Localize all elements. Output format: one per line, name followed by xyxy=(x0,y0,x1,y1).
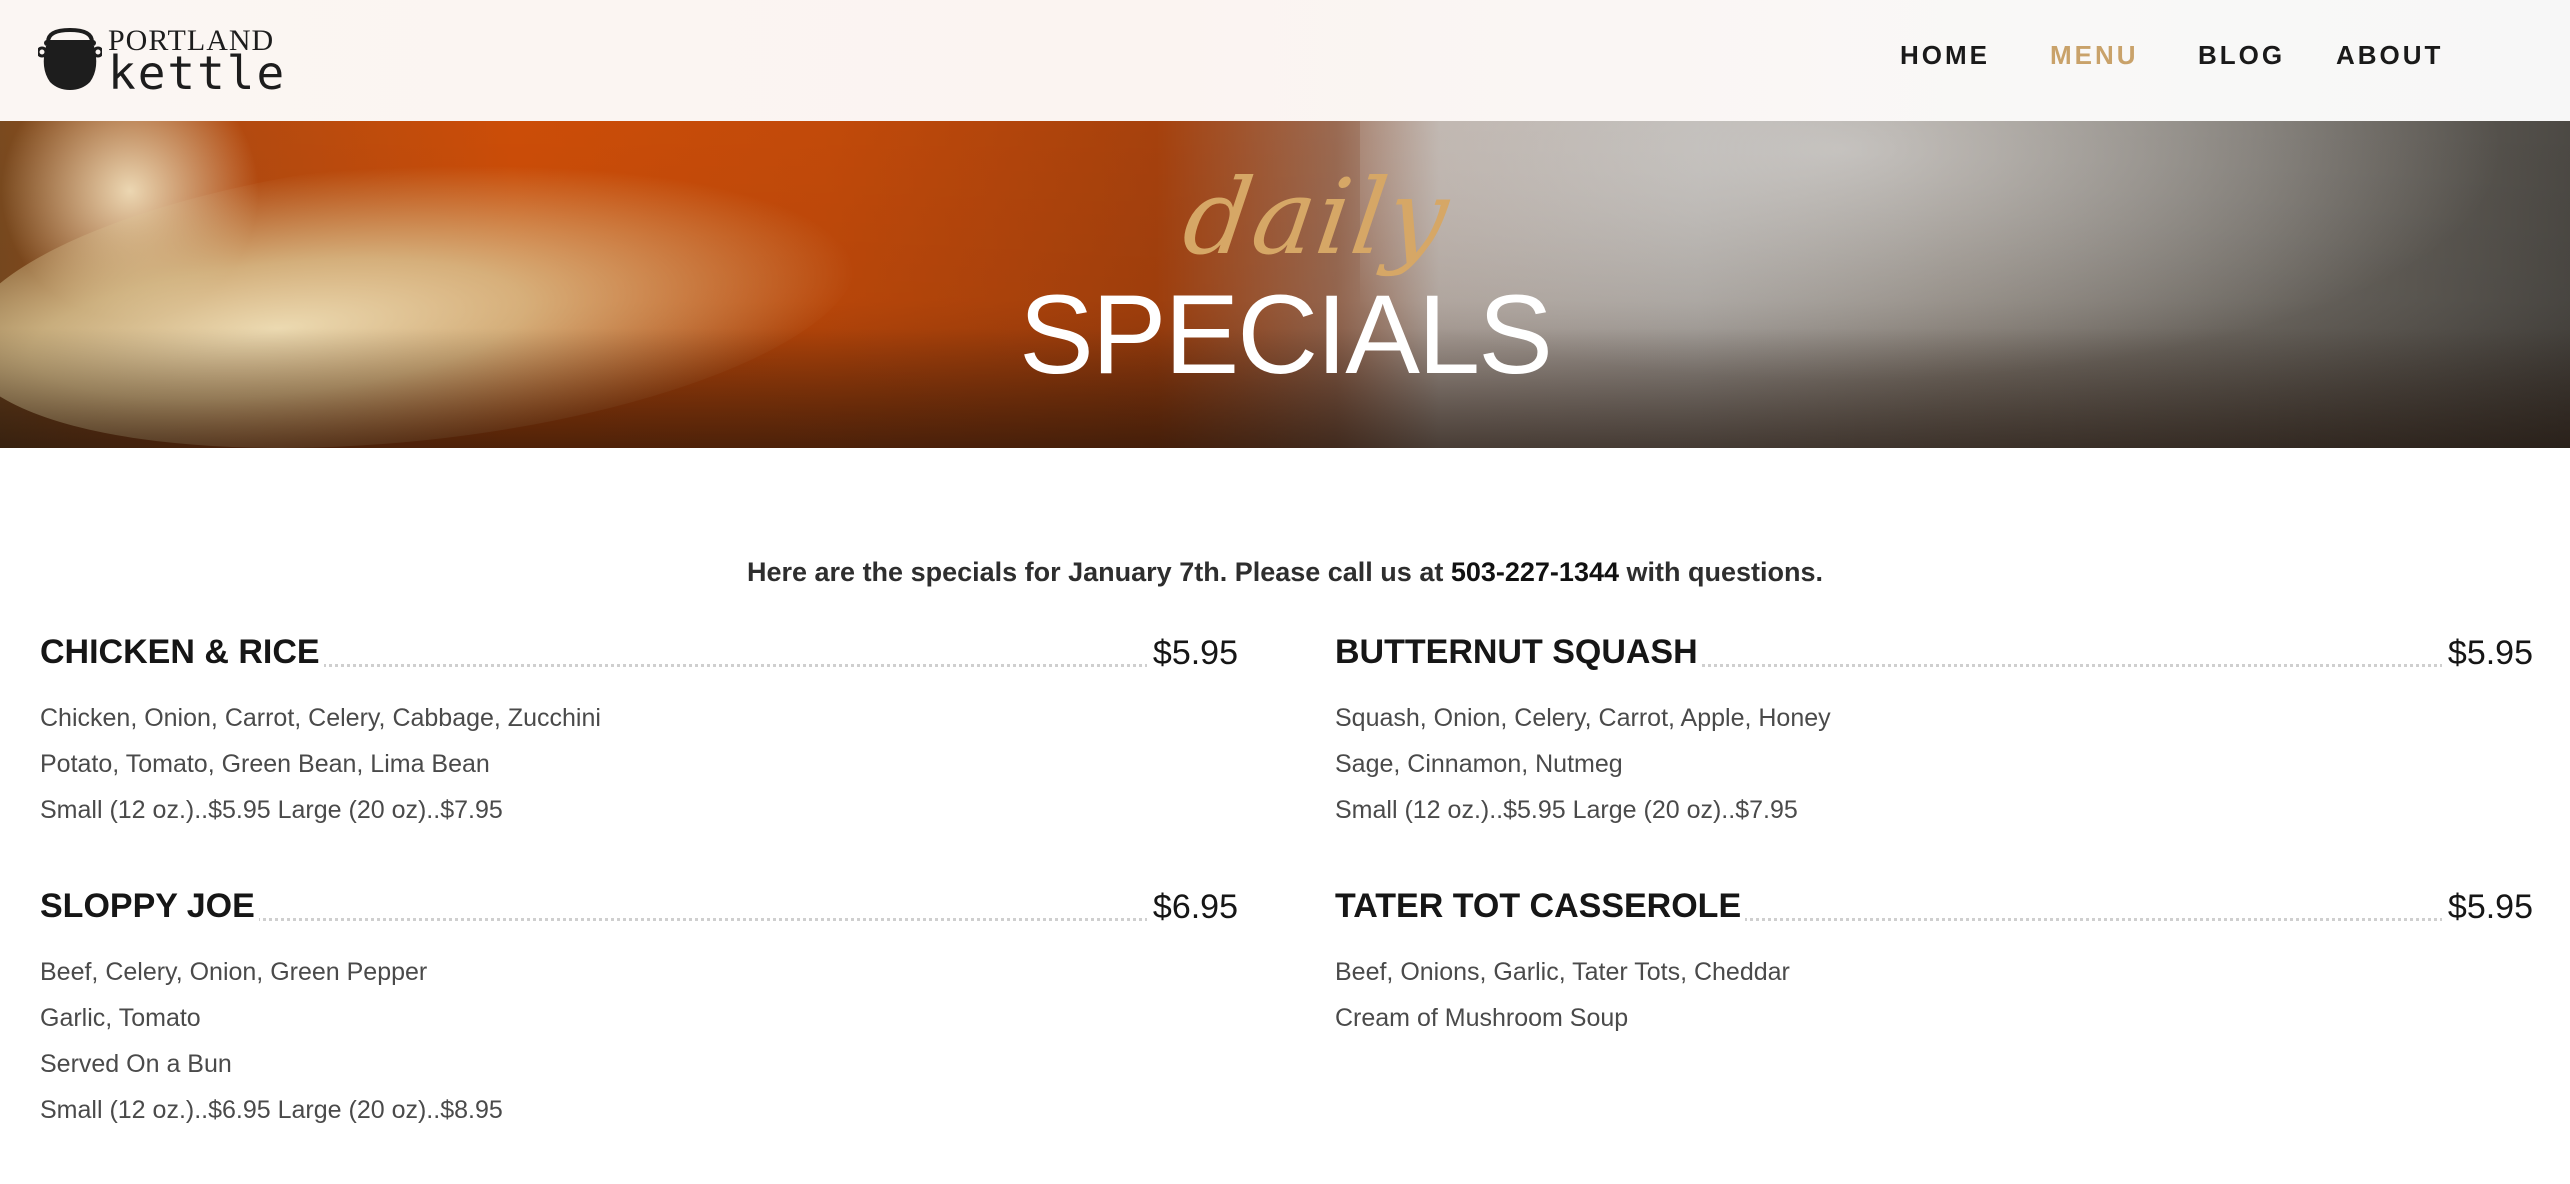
special-item-description: Beef, Onions, Garlic, Tater Tots, Chedda… xyxy=(1335,949,2533,1041)
intro-text-after: with questions. xyxy=(1619,557,1824,587)
ingredients-line: Garlic, Tomato xyxy=(40,1004,201,1032)
brand-logo[interactable]: PORTLAND kettle xyxy=(38,22,284,96)
special-item-header: SLOPPY JOE $6.95 xyxy=(40,885,1238,929)
ingredients-line: Chicken, Onion, Carrot, Celery, Cabbage,… xyxy=(40,704,601,732)
hero-script-word: daily xyxy=(1176,156,1458,278)
special-item-description: Squash, Onion, Celery, Carrot, Apple, Ho… xyxy=(1335,695,2533,833)
site-header: PORTLAND kettle HOME MENU BLOG ABOUT xyxy=(0,0,2570,121)
hero-title: SPECIALS xyxy=(1019,272,1553,397)
special-item-price: $6.95 xyxy=(1146,885,1238,929)
special-item-header: TATER TOT CASSEROLE $5.95 xyxy=(1335,885,2533,929)
special-item: BUTTERNUT SQUASH $5.95 Squash, Onion, Ce… xyxy=(1335,631,2533,833)
special-item-price: $5.95 xyxy=(2441,631,2533,675)
size-pricing-line: Small (12 oz.)..$5.95 Large (20 oz)..$7.… xyxy=(40,796,503,824)
size-pricing-line: Small (12 oz.)..$5.95 Large (20 oz)..$7.… xyxy=(1335,796,1798,824)
specials-intro: Here are the specials for January 7th. P… xyxy=(0,557,2570,588)
special-item: SLOPPY JOE $6.95 Beef, Celery, Onion, Gr… xyxy=(40,885,1238,1133)
ingredients-line: Beef, Onions, Garlic, Tater Tots, Chedda… xyxy=(1335,958,1790,986)
special-item-description: Beef, Celery, Onion, Green Pepper Garlic… xyxy=(40,949,1238,1133)
size-pricing-line: Small (12 oz.)..$6.95 Large (20 oz)..$8.… xyxy=(40,1096,503,1124)
hero-banner: daily SPECIALS xyxy=(0,121,2570,448)
ingredients-line: Beef, Celery, Onion, Green Pepper xyxy=(40,958,428,986)
special-item-name: SLOPPY JOE xyxy=(40,885,259,927)
special-item: TATER TOT CASSEROLE $5.95 Beef, Onions, … xyxy=(1335,885,2533,1041)
ingredients-line: Cream of Mushroom Soup xyxy=(1335,1004,1629,1032)
ingredients-line: Squash, Onion, Celery, Carrot, Apple, Ho… xyxy=(1335,704,1831,732)
special-item-description: Chicken, Onion, Carrot, Celery, Cabbage,… xyxy=(40,695,1238,833)
intro-text-before: Here are the specials for January 7th. P… xyxy=(746,557,1451,587)
ingredients-line: Potato, Tomato, Green Bean, Lima Bean xyxy=(40,750,490,778)
phone-number[interactable]: 503-227-1344 xyxy=(1451,557,1619,587)
nav-home[interactable]: HOME xyxy=(1900,40,1990,71)
ingredients-line: Sage, Cinnamon, Nutmeg xyxy=(1335,750,1623,778)
nav-menu[interactable]: MENU xyxy=(2050,40,2139,71)
special-item: CHICKEN & RICE $5.95 Chicken, Onion, Car… xyxy=(40,631,1238,833)
special-item-header: CHICKEN & RICE $5.95 xyxy=(40,631,1238,675)
main-nav: HOME MENU BLOG ABOUT xyxy=(1900,40,2500,74)
ingredients-line: Served On a Bun xyxy=(40,1050,232,1078)
special-item-header: BUTTERNUT SQUASH $5.95 xyxy=(1335,631,2533,675)
special-item-name: TATER TOT CASSEROLE xyxy=(1335,885,1746,927)
nav-blog[interactable]: BLOG xyxy=(2198,40,2285,71)
special-item-price: $5.95 xyxy=(2441,885,2533,929)
special-item-price: $5.95 xyxy=(1146,631,1238,675)
kettle-icon xyxy=(38,27,102,90)
brand-name-bottom: kettle xyxy=(108,46,287,100)
nav-about[interactable]: ABOUT xyxy=(2336,40,2443,71)
special-item-name: BUTTERNUT SQUASH xyxy=(1335,631,1702,673)
special-item-name: CHICKEN & RICE xyxy=(40,631,324,673)
